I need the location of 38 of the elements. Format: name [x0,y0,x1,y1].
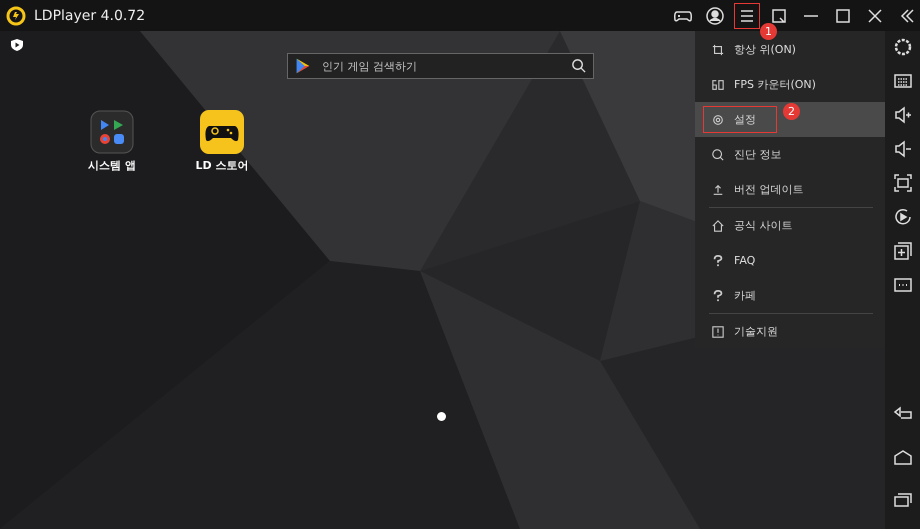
settings-icon [712,114,724,126]
pin-frame-icon [712,44,724,56]
search-icon [712,148,724,160]
menu-item[interactable]: 버전 업데이트 [695,172,885,207]
account-icon [705,6,725,26]
menu-item[interactable]: FAQ [695,243,885,278]
menu-item[interactable]: 공식 사이트 [695,208,885,243]
volume-up-icon [892,105,912,125]
menu-item[interactable]: 설정 2 [695,102,885,137]
record-icon [892,207,912,227]
menu-item[interactable]: 기술지원 [695,314,885,349]
question-icon [712,254,724,266]
step-badge: 2 [783,103,800,120]
search-field[interactable]: 인기 게임 검색하기 [287,53,594,79]
menu-button[interactable] [734,2,760,28]
step-badge: 1 [760,22,777,40]
volume-down-icon [892,139,912,159]
window-title: LDPlayer 4.0.72 [34,8,146,24]
menu-item[interactable]: 진단 정보 [695,137,885,172]
minimize-icon [804,14,818,16]
menu-item[interactable]: FPS 카운터(ON) [695,67,885,102]
gamepad-app-icon[interactable] [200,110,244,154]
app-label: LD 스토어 [196,158,248,173]
app-folder-icon[interactable] [90,110,134,154]
search-icon [571,58,586,73]
screenshot-icon [892,173,912,193]
logo-icon [6,6,26,26]
app-label: 시스템 앱 [88,158,136,173]
play-store-icon [294,57,312,75]
shield-icon [10,38,24,52]
add-icon [892,241,912,261]
fps-icon [712,78,724,90]
question-icon [712,290,724,302]
settings-icon [892,37,912,57]
info-icon [712,326,724,338]
menu-item[interactable]: 카페 [695,278,885,313]
upload-icon [712,184,724,196]
home-icon [712,220,724,232]
